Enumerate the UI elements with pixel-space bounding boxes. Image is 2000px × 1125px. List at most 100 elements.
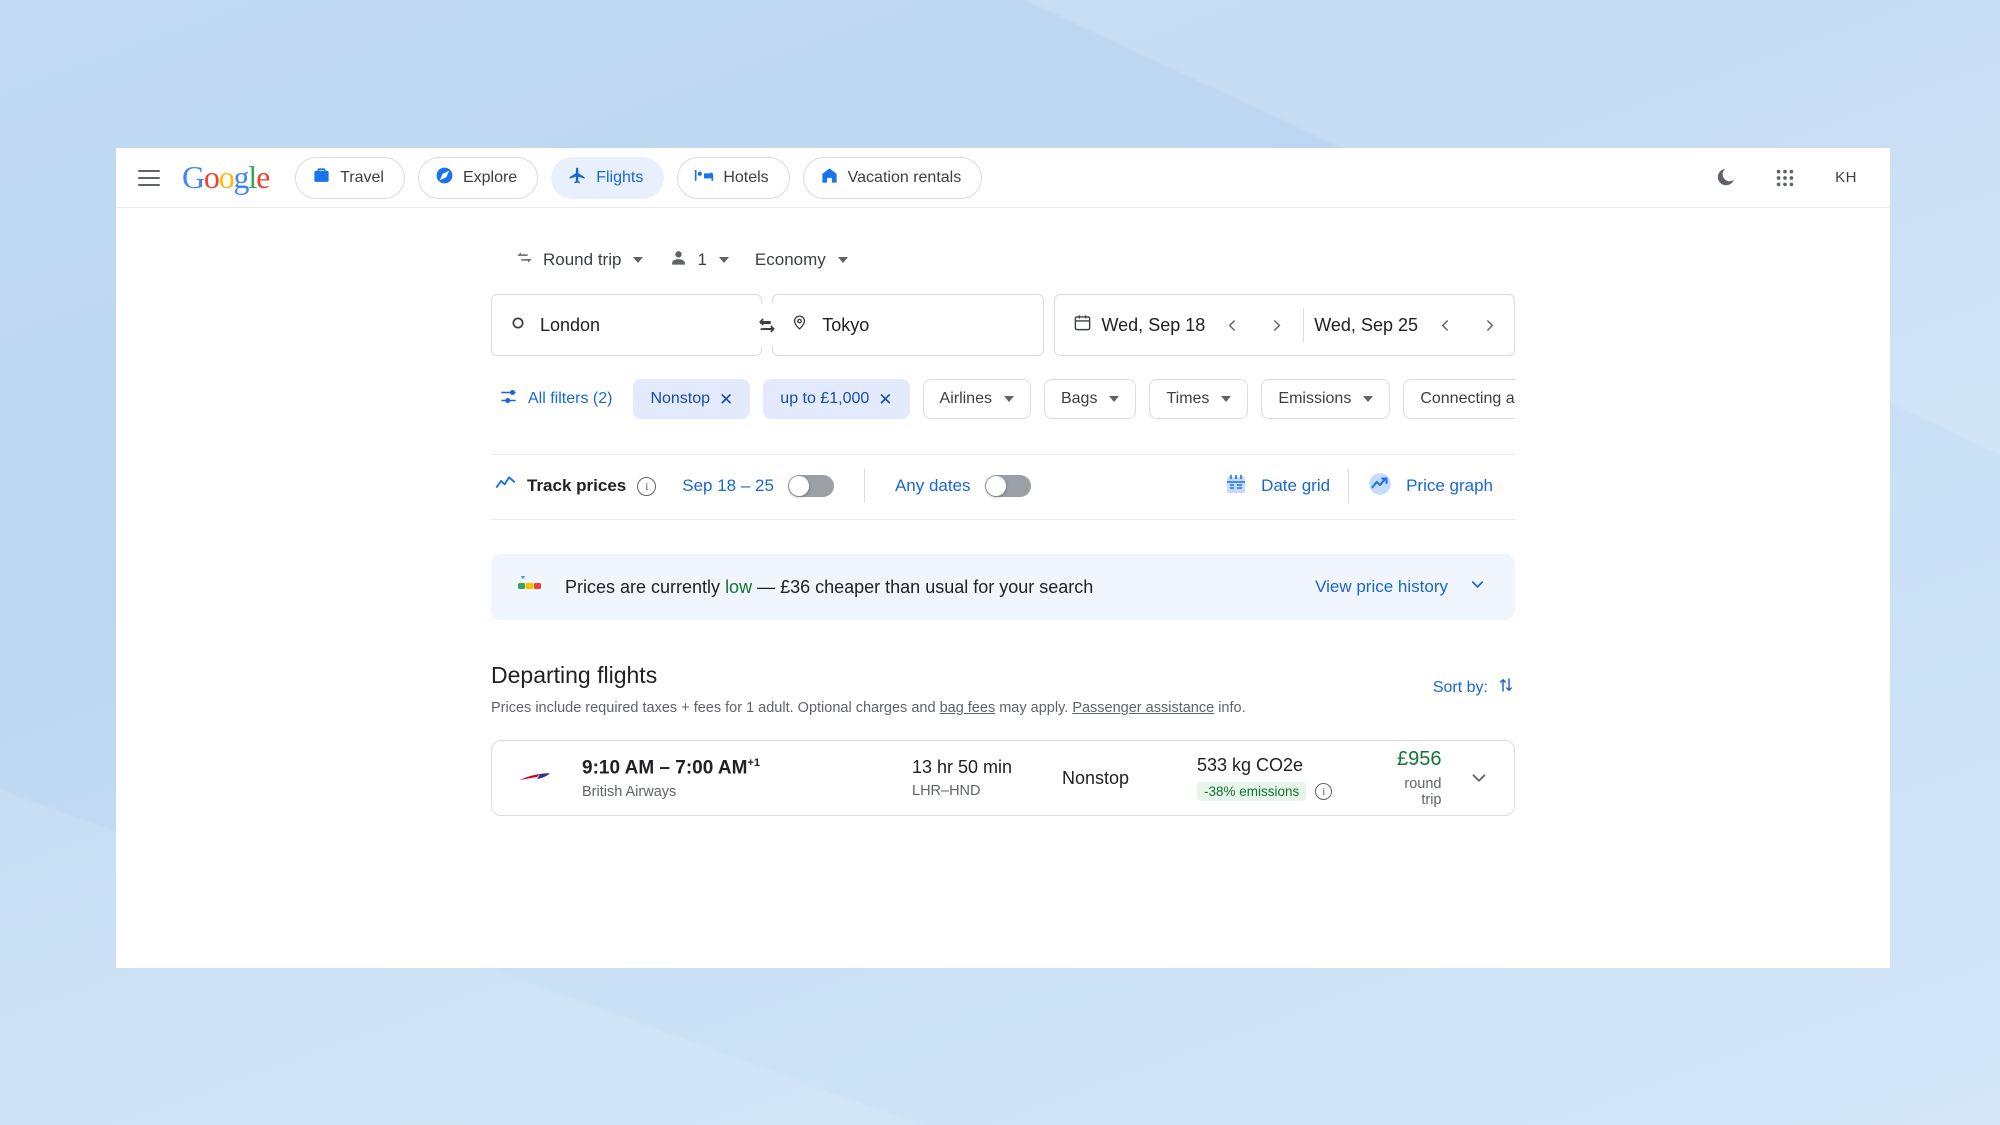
- origin-field[interactable]: [491, 294, 763, 356]
- price-insight-banner: Prices are currently low — £36 cheaper t…: [491, 554, 1515, 620]
- destination-field[interactable]: [772, 294, 1044, 356]
- return-next-day-button[interactable]: [1472, 308, 1506, 342]
- price-insight-text: Prices are currently low — £36 cheaper t…: [565, 577, 1093, 598]
- filter-chip-row: All filters (2) Nonstop ✕ up to £1,000 ✕…: [491, 378, 1515, 420]
- filter-chip-connecting-airports[interactable]: Connecting airports: [1403, 379, 1515, 419]
- flight-duration: 13 hr 50 min: [912, 757, 1013, 778]
- trip-type-label: Round trip: [543, 250, 622, 269]
- results-header-text: Departing flights Prices include require…: [491, 662, 1246, 718]
- flight-emissions: 533 kg CO2e: [1197, 755, 1304, 776]
- destination-input[interactable]: [822, 314, 1025, 336]
- cabin-class-label: Economy: [754, 250, 826, 269]
- return-date-label[interactable]: Wed, Sep 25: [1314, 315, 1418, 336]
- filter-chip-emissions[interactable]: Emissions: [1261, 379, 1391, 419]
- flight-times-text: 9:10 AM – 7:00 AM: [582, 756, 748, 778]
- nav-chip-group: Travel Explore Flights Hotels Vacation r…: [295, 156, 983, 199]
- filter-chip-airlines[interactable]: Airlines: [922, 379, 1031, 419]
- passenger-selector[interactable]: 1: [659, 241, 738, 279]
- google-logo[interactable]: Google: [182, 159, 270, 196]
- date-grid-button[interactable]: Date grid: [1206, 472, 1348, 501]
- flight-stops: Nonstop: [1062, 767, 1130, 788]
- filter-chip-label: Emissions: [1278, 390, 1352, 407]
- nav-chip-travel[interactable]: Travel: [295, 156, 405, 199]
- location-pin-icon: [791, 314, 808, 336]
- banner-text-after: — £36 cheaper than usual for your search: [752, 576, 1094, 597]
- track-prices-text: Track prices: [527, 476, 627, 495]
- flight-duration-block: 13 hr 50 min LHR–HND: [912, 757, 1062, 799]
- status-badge: -38% emissions: [1197, 782, 1307, 802]
- flight-icon: [568, 166, 587, 190]
- flight-result-row[interactable]: 9:10 AM – 7:00 AM+1 British Airways 13 h…: [491, 740, 1515, 817]
- topbar-actions: KH: [1708, 160, 1864, 196]
- filter-chip-price[interactable]: up to £1,000 ✕: [763, 379, 910, 419]
- main-content: Round trip 1 Economy London Tokyo Wed, S…: [116, 208, 1890, 968]
- track-any-dates-option: Any dates: [895, 475, 1031, 497]
- date-grid-label: Date grid: [1261, 476, 1331, 495]
- track-date-range-toggle[interactable]: [787, 475, 834, 497]
- chevron-down-icon: [1221, 396, 1232, 402]
- view-price-history-button[interactable]: View price history: [1315, 575, 1487, 599]
- origin-input[interactable]: [540, 314, 744, 336]
- bag-fees-link[interactable]: bag fees: [940, 700, 996, 716]
- vacation-rental-icon: [820, 166, 839, 190]
- avatar[interactable]: KH: [1828, 160, 1864, 196]
- cabin-class-selector[interactable]: Economy: [745, 241, 858, 279]
- flight-price-block: £956 round trip: [1397, 748, 1442, 808]
- return-date-cell: Wed, Sep 25: [1314, 308, 1506, 342]
- results-header: Departing flights Prices include require…: [491, 662, 1515, 718]
- suitcase-icon: [312, 166, 331, 190]
- track-prices-bar: Track prices i Sep 18 – 25 Any dates Dat…: [491, 454, 1515, 520]
- price-graph-button[interactable]: Price graph: [1349, 471, 1511, 502]
- chevron-down-icon: [1109, 396, 1120, 402]
- passenger-assistance-link[interactable]: Passenger assistance: [1072, 700, 1214, 716]
- person-icon: [669, 248, 688, 272]
- date-divider: [1303, 308, 1305, 342]
- swap-locations-button[interactable]: [745, 303, 790, 347]
- info-icon[interactable]: i: [1315, 783, 1333, 801]
- main-menu-icon[interactable]: [138, 163, 168, 193]
- explore-icon: [435, 166, 454, 190]
- date-range-field: Wed, Sep 18 Wed, Sep 25: [1053, 294, 1515, 356]
- departure-date-cell: Wed, Sep 18: [1073, 308, 1294, 342]
- filter-chip-label: Nonstop: [650, 390, 711, 407]
- apps-grid-icon[interactable]: [1768, 161, 1802, 195]
- expand-flight-details-button[interactable]: [1466, 756, 1493, 800]
- flight-price: £956: [1397, 748, 1442, 771]
- price-graph-icon: [1367, 471, 1393, 502]
- flight-price-type: round trip: [1404, 776, 1442, 809]
- all-filters-button[interactable]: All filters (2): [491, 387, 620, 411]
- moon-icon[interactable]: [1708, 161, 1742, 195]
- page-title: Departing flights: [491, 662, 658, 688]
- chevron-down-icon: [718, 257, 729, 263]
- sort-by-button[interactable]: Sort by:: [1433, 676, 1515, 699]
- chevron-down-icon: [837, 257, 848, 263]
- track-any-dates-toggle[interactable]: [984, 475, 1031, 497]
- filter-chip-bags[interactable]: Bags: [1043, 379, 1137, 419]
- nav-chip-flights[interactable]: Flights: [551, 156, 665, 199]
- results-subtitle: Prices include required taxes + fees for…: [491, 698, 1246, 718]
- subtitle-part-1: Prices include required taxes + fees for…: [491, 700, 940, 716]
- top-navigation-bar: Google Travel Explore Flights Hotels Vac…: [116, 148, 1890, 208]
- filter-chip-label: Bags: [1060, 390, 1098, 407]
- departure-next-day-button[interactable]: [1259, 308, 1293, 342]
- search-row: Wed, Sep 18 Wed, Sep 25: [491, 294, 1515, 356]
- swap-horizontal-icon: [515, 248, 534, 272]
- return-prev-day-button[interactable]: [1428, 308, 1462, 342]
- nav-chip-label: Explore: [462, 168, 518, 186]
- location-group: [491, 294, 1044, 356]
- departure-prev-day-button[interactable]: [1215, 308, 1249, 342]
- info-icon[interactable]: i: [637, 476, 657, 496]
- close-icon[interactable]: ✕: [719, 391, 733, 408]
- nav-chip-label: Flights: [596, 168, 644, 186]
- close-icon[interactable]: ✕: [878, 391, 892, 408]
- nav-chip-hotels[interactable]: Hotels: [677, 156, 790, 199]
- price-graph-label: Price graph: [1406, 476, 1493, 495]
- departure-date-label[interactable]: Wed, Sep 18: [1102, 315, 1206, 336]
- filter-chip-times[interactable]: Times: [1149, 379, 1249, 419]
- trip-type-selector[interactable]: Round trip: [505, 241, 653, 279]
- filter-chip-nonstop[interactable]: Nonstop ✕: [633, 379, 751, 419]
- track-date-range-label: Sep 18 – 25: [682, 476, 774, 495]
- filter-chip-label: up to £1,000: [780, 390, 870, 407]
- nav-chip-vacation-rentals[interactable]: Vacation rentals: [802, 156, 983, 199]
- nav-chip-explore[interactable]: Explore: [417, 156, 539, 199]
